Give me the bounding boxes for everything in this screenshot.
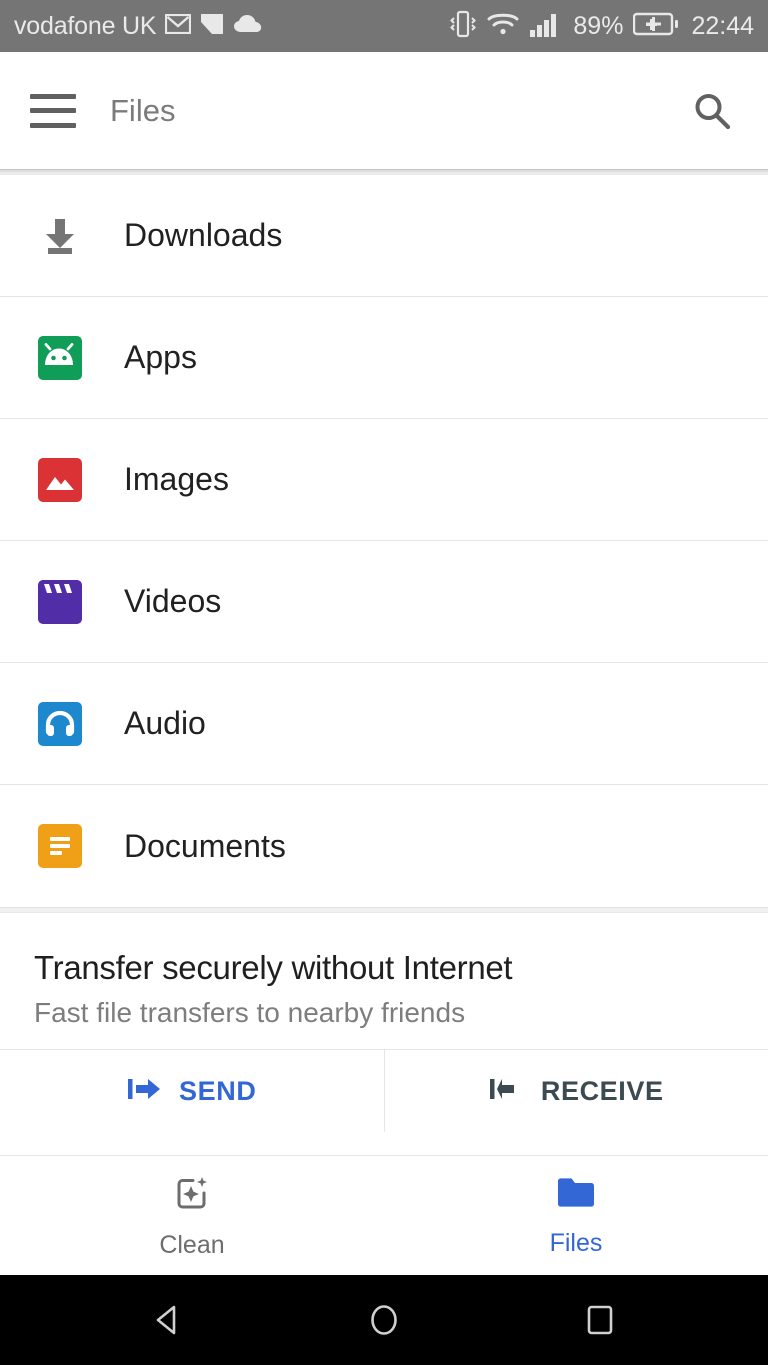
promo-card: Transfer securely without Internet Fast …	[0, 913, 768, 1049]
search-icon[interactable]	[686, 85, 738, 137]
notification-icon	[200, 13, 224, 40]
nav-tab-label: Clean	[159, 1230, 225, 1259]
document-icon-tile	[38, 824, 82, 868]
clapperboard-icon-tile	[38, 579, 82, 624]
status-bar-right: 89% 22:44	[449, 9, 754, 44]
list-item-videos[interactable]: Videos	[0, 541, 768, 663]
headphones-icon	[36, 700, 84, 748]
android-icon	[36, 334, 84, 382]
bottom-navigation: Clean Files	[0, 1155, 768, 1275]
receive-button[interactable]: RECEIVE	[383, 1050, 768, 1132]
receive-label: RECEIVE	[540, 1075, 664, 1106]
list-item-label: Images	[124, 461, 229, 497]
status-bar-left: vodafone UK	[14, 12, 263, 41]
page-title: Files	[110, 92, 176, 128]
list-item-label: Apps	[124, 339, 197, 375]
battery-charging-icon	[633, 11, 679, 42]
send-button[interactable]: SEND	[0, 1050, 384, 1132]
hamburger-bar	[30, 93, 76, 99]
headphones-icon-tile	[38, 701, 82, 746]
send-arrow-icon	[127, 1074, 161, 1109]
gmail-icon	[165, 13, 192, 39]
hamburger-bar	[30, 108, 76, 113]
wifi-icon	[487, 11, 519, 42]
hamburger-icon[interactable]	[30, 93, 76, 128]
list-item-label: Downloads	[124, 217, 283, 253]
signal-icon	[529, 10, 563, 43]
promo-title: Transfer securely without Internet	[34, 949, 513, 986]
carrier-name: vodafone UK	[14, 11, 157, 40]
clean-sparkle-icon	[171, 1172, 213, 1219]
clapperboard-icon	[36, 578, 84, 626]
promo-subtitle: Fast file transfers to nearby friends	[34, 997, 466, 1028]
cloud-icon	[233, 14, 263, 39]
list-item-label: Videos	[124, 583, 222, 619]
image-icon-tile	[38, 457, 82, 502]
clock-time: 22:44	[691, 11, 754, 40]
file-category-list: Downloads Apps Images Videos Audio Docum…	[0, 175, 768, 907]
nav-tab-label: Files	[549, 1228, 603, 1257]
list-item-label: Audio	[124, 705, 206, 741]
battery-percent: 89%	[573, 11, 624, 40]
android-icon-tile	[38, 335, 82, 380]
list-item-apps[interactable]: Apps	[0, 297, 768, 419]
list-item-label: Documents	[124, 827, 286, 864]
promo-actions: SEND RECEIVE	[0, 1049, 768, 1132]
phone-screen: vodafone UK 89% 22:44 Files Downloads Ap…	[0, 0, 768, 1365]
list-item-downloads[interactable]: Downloads	[0, 175, 768, 297]
receive-arrow-icon	[489, 1074, 523, 1109]
list-item-documents[interactable]: Documents	[0, 785, 768, 907]
download-icon	[36, 212, 84, 260]
vibrate-icon	[449, 9, 477, 44]
nav-tab-files[interactable]: Files	[384, 1156, 768, 1275]
list-item-audio[interactable]: Audio	[0, 663, 768, 785]
image-icon	[36, 456, 84, 504]
back-triangle-icon[interactable]	[140, 1292, 196, 1348]
recents-square-icon[interactable]	[572, 1292, 628, 1348]
home-circle-icon[interactable]	[356, 1292, 412, 1348]
send-label: SEND	[179, 1075, 257, 1106]
list-item-images[interactable]: Images	[0, 419, 768, 541]
app-bar: Files	[0, 52, 768, 174]
android-system-nav	[0, 1275, 768, 1365]
folder-icon	[555, 1174, 597, 1217]
status-bar: vodafone UK 89% 22:44	[0, 0, 768, 52]
document-icon	[36, 822, 84, 870]
hamburger-bar	[30, 122, 76, 128]
nav-tab-clean[interactable]: Clean	[0, 1156, 384, 1275]
